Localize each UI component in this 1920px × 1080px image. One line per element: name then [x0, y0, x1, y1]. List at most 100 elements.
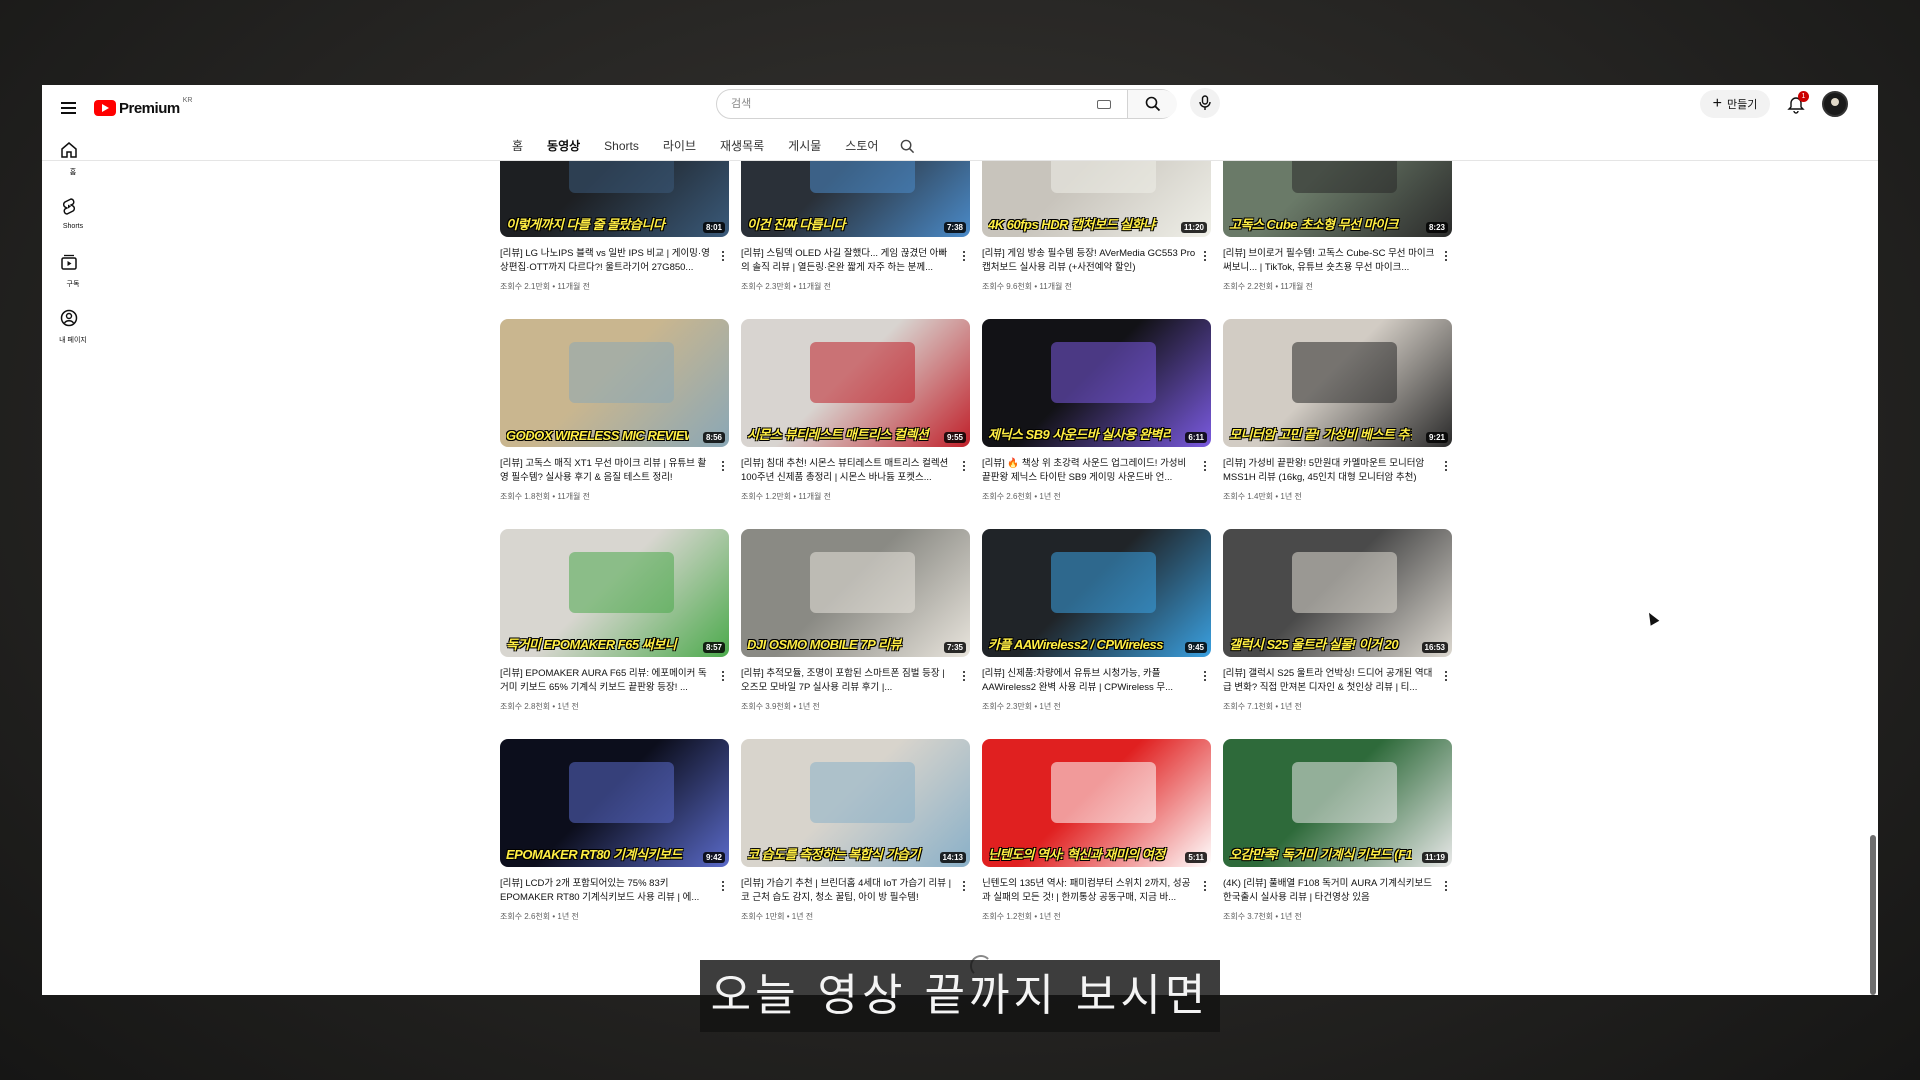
more-actions-icon[interactable]: [718, 879, 728, 893]
tab-store[interactable]: 스토어: [833, 130, 890, 162]
video-title[interactable]: [리뷰] 추적모듈, 조명이 포함된 스마트폰 짐벌 등장 | 오즈모 모바일 …: [741, 667, 955, 695]
more-actions-icon[interactable]: [959, 459, 969, 473]
page-scrollbar[interactable]: [1870, 835, 1876, 995]
video-card[interactable]: 오감만족! 독거미 기계식 키보드 (F1 11:19 (4K) [리뷰] 풀배열 …: [1223, 739, 1452, 939]
video-title[interactable]: 닌텐도의 135년 역사: 패미컴부터 스위치 2까지, 성공과 실패의 모든 …: [982, 877, 1196, 905]
video-card[interactable]: 제닉스 SB9 사운드바 실사용 완벽리뷰 6:11 [리뷰] 🔥 책상 위 초강력…: [982, 319, 1211, 519]
create-button[interactable]: + 만들기: [1700, 90, 1770, 118]
video-thumbnail[interactable]: 닌텐도의 역사: 혁신과 재미의 여정 5:11: [982, 739, 1211, 867]
mini-guide: 홈 Shorts 구독 내 페이지: [42, 135, 104, 359]
video-thumbnail[interactable]: 이렇게까지 다를 줄 몰랐습니다 8:01: [500, 161, 729, 237]
more-actions-icon[interactable]: [718, 249, 728, 263]
sidebar-item-label: 홈: [69, 169, 77, 176]
video-card[interactable]: 시몬스 뷰티레스트 매트리스 컬렉션 9:55 [리뷰] 침대 추천! 시몬스 뷰티…: [741, 319, 970, 519]
video-thumbnail[interactable]: DJI OSMO MOBILE 7P 리뷰 7:35: [741, 529, 970, 657]
sidebar-item-home[interactable]: 홈: [42, 135, 104, 191]
video-thumbnail[interactable]: 코 습도를 측정하는 복합식 가습기 14:13: [741, 739, 970, 867]
video-thumbnail[interactable]: 오감만족! 독거미 기계식 키보드 (F1 11:19: [1223, 739, 1452, 867]
video-thumbnail[interactable]: 이건 진짜 다릅니다 7:38: [741, 161, 970, 237]
tab-posts[interactable]: 게시물: [776, 130, 833, 162]
keyboard-icon[interactable]: [1097, 100, 1111, 109]
search-button[interactable]: [1127, 90, 1177, 118]
video-card[interactable]: EPOMAKER RT80 기계식키보드 9:42 [리뷰] LCD가 2개 포함되…: [500, 739, 729, 939]
more-actions-icon[interactable]: [1200, 459, 1210, 473]
video-thumbnail[interactable]: 모니터암 고민 끝! 가성비 베스트 추천 9:21: [1223, 319, 1452, 447]
video-title[interactable]: [리뷰] 침대 추천! 시몬스 뷰티레스트 매트리스 컬렉션 100주년 신제품…: [741, 457, 955, 485]
more-actions-icon[interactable]: [959, 249, 969, 263]
video-card[interactable]: 코 습도를 측정하는 복합식 가습기 14:13 [리뷰] 가습기 추천 | 브린더…: [741, 739, 970, 939]
video-card[interactable]: 4K 60fps HDR 캡처보드 실화냐 11:20 [리뷰] 게임 방송 필수템…: [982, 161, 1211, 309]
more-actions-icon[interactable]: [1200, 879, 1210, 893]
sidebar-item-subscriptions[interactable]: 구독: [42, 247, 104, 303]
video-thumbnail[interactable]: 독거미 EPOMAKER F65 써보니 8:57: [500, 529, 729, 657]
youtube-premium-logo[interactable]: Premium KR: [94, 93, 192, 123]
video-thumbnail[interactable]: 카플 AAWireless2 / CPWireless 9:45: [982, 529, 1211, 657]
notifications-button[interactable]: 1: [1784, 91, 1810, 117]
more-actions-icon[interactable]: [1441, 249, 1451, 263]
video-thumbnail[interactable]: 제닉스 SB9 사운드바 실사용 완벽리뷰 6:11: [982, 319, 1211, 447]
tab-videos[interactable]: 동영상: [535, 130, 592, 162]
tab-live[interactable]: 라이브: [651, 130, 708, 162]
video-title[interactable]: [리뷰] 브이로거 필수템! 고독스 Cube-SC 무선 마이크 써보니...…: [1223, 247, 1437, 275]
video-title[interactable]: [리뷰] 🔥 책상 위 초강력 사운드 업그레이드! 가성비 끝판왕 제닉스 타…: [982, 457, 1196, 485]
video-card[interactable]: 닌텐도의 역사: 혁신과 재미의 여정 5:11 닌텐도의 135년 역사: 패미컴…: [982, 739, 1211, 939]
sidebar-item-label: Shorts: [62, 223, 84, 230]
search-input[interactable]: [731, 95, 1071, 113]
avatar[interactable]: [1822, 91, 1848, 117]
video-card[interactable]: 카플 AAWireless2 / CPWireless 9:45 [리뷰] 신제품:…: [982, 529, 1211, 729]
video-metadata: 조회수 1.8천회 • 11개월 전: [500, 492, 590, 501]
sidebar-item-shorts[interactable]: Shorts: [42, 191, 104, 247]
more-actions-icon[interactable]: [1200, 249, 1210, 263]
video-title[interactable]: [리뷰] 가습기 추천 | 브린더홈 4세대 IoT 가습기 리뷰 | 코 근처…: [741, 877, 955, 905]
video-thumbnail[interactable]: 시몬스 뷰티레스트 매트리스 컬렉션 9:55: [741, 319, 970, 447]
more-actions-icon[interactable]: [1441, 879, 1451, 893]
tab-playlists[interactable]: 재생목록: [708, 130, 776, 162]
tab-shorts[interactable]: Shorts: [592, 130, 651, 162]
thumbnail-image: [1050, 552, 1157, 614]
video-title[interactable]: [리뷰] 갤럭시 S25 울트라 언박싱! 드디어 공개된 역대급 변화? 직접…: [1223, 667, 1437, 695]
video-title[interactable]: [리뷰] 스팀덱 OLED 사길 잘했다... 게임 끊겼던 아빠의 솔직 리뷰…: [741, 247, 955, 275]
thumbnail-caption: 제닉스 SB9 사운드바 실사용 완벽리뷰: [988, 427, 1171, 442]
more-actions-icon[interactable]: [1200, 669, 1210, 683]
video-card[interactable]: GODOX WIRELESS MIC REVIEW 8:56 [리뷰] 고독스 매직…: [500, 319, 729, 519]
video-card[interactable]: DJI OSMO MOBILE 7P 리뷰 7:35 [리뷰] 추적모듈, 조명이 …: [741, 529, 970, 729]
video-card[interactable]: 이렇게까지 다를 줄 몰랐습니다 8:01 [리뷰] LG 나노IPS 블랙 vs …: [500, 161, 729, 309]
video-title[interactable]: [리뷰] LG 나노IPS 블랙 vs 일반 IPS 비교 | 게이밍·영상편집…: [500, 247, 714, 275]
tab-home[interactable]: 홈: [500, 130, 535, 162]
duration-badge: 16:53: [1421, 642, 1448, 653]
video-title[interactable]: [리뷰] 고독스 매직 XT1 무선 마이크 리뷰 | 유튜브 촬영 필수템? …: [500, 457, 714, 485]
voice-search-button[interactable]: [1190, 88, 1220, 118]
video-metadata: 조회수 2.3만회 • 11개월 전: [741, 282, 831, 291]
channel-tabs: 홈 동영상 Shorts 라이브 재생목록 게시물 스토어: [500, 130, 924, 162]
more-actions-icon[interactable]: [1441, 669, 1451, 683]
more-actions-icon[interactable]: [1441, 459, 1451, 473]
video-title[interactable]: [리뷰] 가성비 끝판왕! 5만원대 카멜마운트 모니터암 MSS1H 리뷰 (…: [1223, 457, 1437, 485]
more-actions-icon[interactable]: [718, 669, 728, 683]
video-card[interactable]: 고독스 Cube 초소형 무선 마이크 8:23 [리뷰] 브이로거 필수템! 고독…: [1223, 161, 1452, 309]
video-thumbnail[interactable]: 갤럭시 S25 울트라 실물! 이거 20 16:53: [1223, 529, 1452, 657]
thumbnail-image: [1291, 552, 1398, 614]
menu-icon[interactable]: [56, 95, 82, 121]
more-actions-icon[interactable]: [959, 879, 969, 893]
video-thumbnail[interactable]: EPOMAKER RT80 기계식키보드 9:42: [500, 739, 729, 867]
thumbnail-image: [809, 552, 916, 614]
search-icon: [1145, 96, 1161, 112]
channel-search-button[interactable]: [890, 130, 924, 162]
video-thumbnail[interactable]: 고독스 Cube 초소형 무선 마이크 8:23: [1223, 161, 1452, 237]
video-card[interactable]: 독거미 EPOMAKER F65 써보니 8:57 [리뷰] EPOMAKER AU…: [500, 529, 729, 729]
video-card[interactable]: 갤럭시 S25 울트라 실물! 이거 20 16:53 [리뷰] 갤럭시 S25 울…: [1223, 529, 1452, 729]
more-actions-icon[interactable]: [718, 459, 728, 473]
play-logo-icon: [94, 100, 116, 116]
video-thumbnail[interactable]: 4K 60fps HDR 캡처보드 실화냐 11:20: [982, 161, 1211, 237]
video-card[interactable]: 이건 진짜 다릅니다 7:38 [리뷰] 스팀덱 OLED 사길 잘했다... 게임…: [741, 161, 970, 309]
more-actions-icon[interactable]: [959, 669, 969, 683]
video-title[interactable]: (4K) [리뷰] 풀배열 F108 독거미 AURA 기계식키보드 한국출시 …: [1223, 877, 1437, 905]
video-card[interactable]: 모니터암 고민 끝! 가성비 베스트 추천 9:21 [리뷰] 가성비 끝판왕! 5…: [1223, 319, 1452, 519]
video-title[interactable]: [리뷰] EPOMAKER AURA F65 리뷰: 에포메이커 독거미 키보드…: [500, 667, 714, 695]
sidebar-item-you[interactable]: 내 페이지: [42, 303, 104, 359]
video-metadata: 조회수 1.2만회 • 11개월 전: [741, 492, 831, 501]
video-title[interactable]: [리뷰] 게임 방송 필수템 등장! AVerMedia GC553 Pro 캡…: [982, 247, 1196, 275]
video-title[interactable]: [리뷰] LCD가 2개 포함되어있는 75% 83키 EPOMAKER RT8…: [500, 877, 714, 905]
video-thumbnail[interactable]: GODOX WIRELESS MIC REVIEW 8:56: [500, 319, 729, 447]
video-title[interactable]: [리뷰] 신제품:차량에서 유튜브 시청가능, 카플 AAWireless2 완…: [982, 667, 1196, 695]
